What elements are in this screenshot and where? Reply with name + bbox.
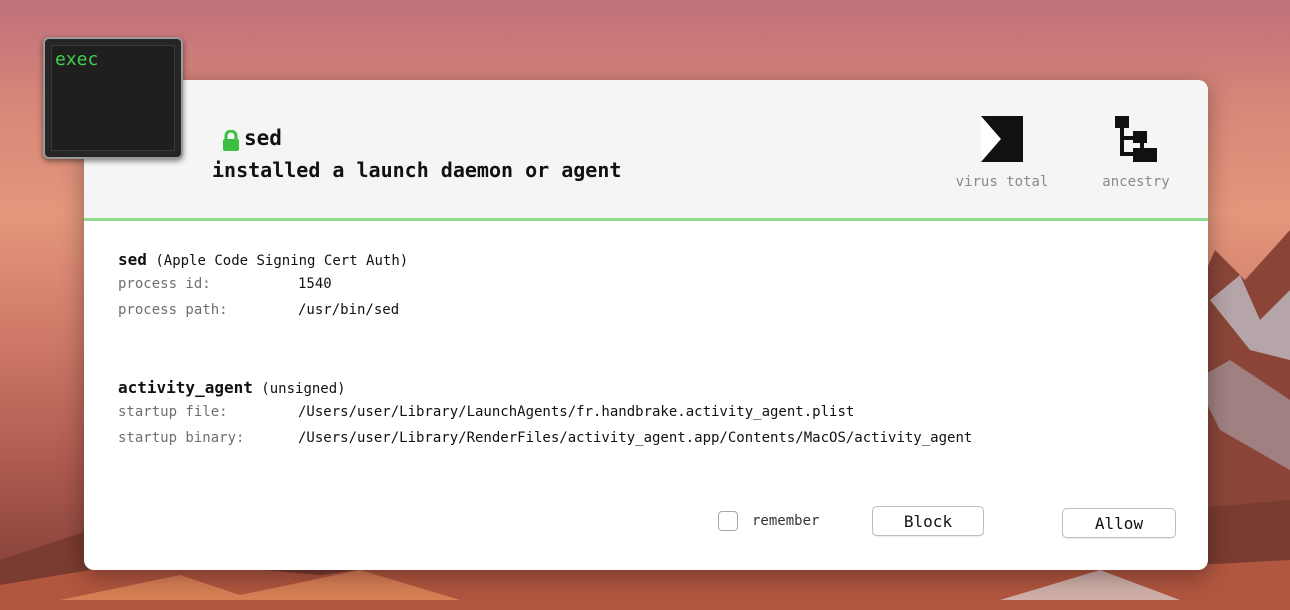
startup-binary-row: startup binary: /Users/user/Library/Rend… xyxy=(118,430,972,456)
app-icon-label: exec xyxy=(55,49,99,70)
process-name: sed xyxy=(118,250,147,269)
virus-total-button[interactable]: virus total xyxy=(940,114,1064,190)
remember-checkbox[interactable] xyxy=(718,511,738,531)
process-id-row: process id: 1540 xyxy=(118,276,408,302)
block-button[interactable]: Block xyxy=(872,506,984,536)
event-description: installed a launch daemon or agent xyxy=(212,158,622,182)
startup-file-label: startup file: xyxy=(118,404,228,420)
app-icon: exec xyxy=(43,37,183,159)
ancestry-tree-icon xyxy=(1115,116,1157,162)
item-name: activity_agent xyxy=(118,378,253,397)
remember-option[interactable]: remember xyxy=(718,511,819,531)
process-name-title: sed xyxy=(244,126,282,150)
item-title-row: activity_agent (unsigned) xyxy=(118,378,972,404)
alert-dialog: sed installed a launch daemon or agent v… xyxy=(84,80,1208,570)
startup-binary-label: startup binary: xyxy=(118,430,245,446)
dialog-header: sed installed a launch daemon or agent v… xyxy=(84,80,1208,221)
virus-total-label: virus total xyxy=(955,174,1049,190)
startup-file-row: startup file: /Users/user/Library/Launch… xyxy=(118,404,972,430)
process-path-label: process path: xyxy=(118,302,228,318)
startup-file-value: /Users/user/Library/LaunchAgents/fr.hand… xyxy=(298,404,855,420)
allow-button[interactable]: Allow xyxy=(1062,508,1176,538)
process-id-label: process id: xyxy=(118,276,211,292)
process-id-value: 1540 xyxy=(298,276,332,292)
process-signer: (Apple Code Signing Cert Auth) xyxy=(155,253,409,269)
item-info: activity_agent (unsigned) startup file: … xyxy=(118,378,972,456)
virus-total-icon xyxy=(981,116,1023,162)
process-info: sed (Apple Code Signing Cert Auth) proce… xyxy=(118,250,408,328)
remember-label: remember xyxy=(752,513,820,529)
item-signer: (unsigned) xyxy=(261,381,346,397)
ancestry-label: ancestry xyxy=(1102,174,1170,190)
process-title-row: sed (Apple Code Signing Cert Auth) xyxy=(118,250,408,276)
process-path-value: /usr/bin/sed xyxy=(298,302,400,318)
startup-binary-value: /Users/user/Library/RenderFiles/activity… xyxy=(298,430,973,446)
lock-icon xyxy=(223,130,239,151)
ancestry-button[interactable]: ancestry xyxy=(1088,114,1184,190)
process-path-row: process path: /usr/bin/sed xyxy=(118,302,408,328)
